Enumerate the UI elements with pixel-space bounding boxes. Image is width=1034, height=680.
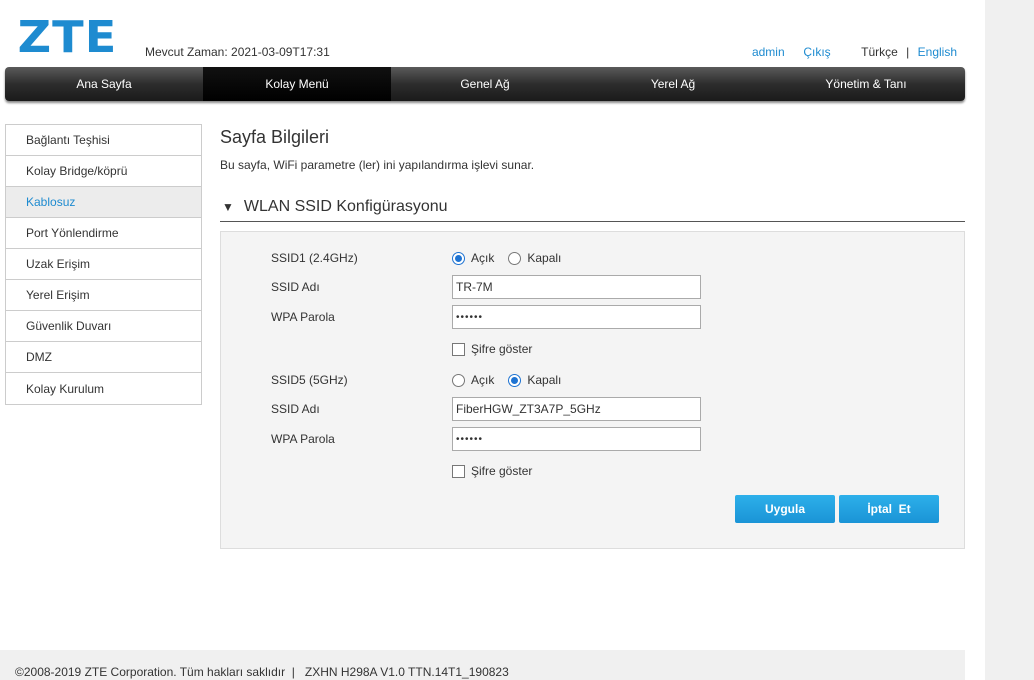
ssid1-show-password-label: Şifre göster [471, 342, 533, 356]
collapse-triangle-icon: ▼ [222, 199, 234, 214]
zte-logo: ZTE [17, 12, 118, 63]
ssid5-on-label: Açık [471, 373, 495, 387]
ssid1-password-input[interactable]: •••••• [452, 305, 701, 329]
section-header[interactable]: ▼ WLAN SSID Konfigürasyonu [220, 192, 965, 222]
page-title: Sayfa Bilgileri [220, 127, 330, 147]
admin-link[interactable]: admin [752, 45, 785, 59]
main-nav: Ana Sayfa Kolay Menü Genel Ağ Yerel Ağ Y… [5, 67, 965, 101]
ssid5-label: SSID5 (5GHz) [271, 373, 348, 387]
sidebar-item-yerel-erisim[interactable]: Yerel Erişim [6, 280, 201, 311]
sidebar-item-guvenlik-duvari[interactable]: Güvenlik Duvarı [6, 311, 201, 342]
ssid1-showpw-row: Şifre göster [221, 337, 964, 361]
logout-link[interactable]: Çıkış [803, 45, 830, 59]
ssid5-on-radio[interactable] [452, 373, 465, 387]
ssid1-row: SSID1 (2.4GHz) Açık Kapalı [221, 246, 964, 270]
ssid5-off-radio[interactable] [508, 373, 522, 387]
ssid5-password-input[interactable]: •••••• [452, 427, 701, 451]
nav-ana-sayfa[interactable]: Ana Sayfa [5, 67, 203, 101]
ssid1-name-row: SSID Adı TR-7M [221, 275, 964, 299]
footer: ©2008-2019 ZTE Corporation. Tüm hakları … [0, 650, 965, 680]
ssid5-off-label: Kapalı [527, 373, 562, 387]
sidebar-item-port-yonlendirme[interactable]: Port Yönlendirme [6, 218, 201, 249]
section-title: WLAN SSID Konfigürasyonu [243, 197, 448, 215]
ssid1-label: SSID1 (2.4GHz) [271, 251, 358, 265]
lang-english-link[interactable]: English [918, 45, 957, 59]
ssid5-name-label: SSID Adı [271, 402, 320, 416]
ssid1-off-label: Kapalı [527, 251, 562, 265]
sidebar-item-kolay-kurulum[interactable]: Kolay Kurulum [6, 373, 201, 404]
ssid5-show-password-label: Şifre göster [471, 464, 533, 478]
ssid1-off-radio[interactable] [508, 251, 522, 265]
ssid1-name-label: SSID Adı [271, 280, 320, 294]
ssid1-show-password-checkbox[interactable] [452, 342, 465, 356]
ssid5-name-input[interactable]: FiberHGW_ZT3A7P_5GHz [452, 397, 701, 421]
scrollbar-gutter [985, 0, 1034, 680]
header: ZTE Mevcut Zaman: 2021-03-09T17:31 admin… [0, 0, 985, 66]
ssid1-on-radio[interactable] [452, 251, 465, 265]
ssid5-showpw-row: Şifre göster [221, 459, 964, 483]
current-time: Mevcut Zaman: 2021-03-09T17:31 [145, 45, 330, 59]
sidebar-item-kolay-bridge[interactable]: Kolay Bridge/köprü [6, 156, 201, 187]
nav-kolay-menu[interactable]: Kolay Menü [203, 67, 391, 101]
cancel-button[interactable]: İptal Et [839, 495, 939, 523]
nav-genel-ag[interactable]: Genel Ağ [391, 67, 579, 101]
lang-turkish[interactable]: Türkçe [861, 45, 898, 59]
footer-copyright: ©2008-2019 ZTE Corporation. Tüm hakları … [15, 665, 509, 679]
apply-button[interactable]: Uygula [735, 495, 835, 523]
wlan-ssid-panel: SSID1 (2.4GHz) Açık Kapalı SSID Adı TR-7… [220, 231, 965, 549]
sidebar: Bağlantı Teşhisi Kolay Bridge/köprü Kabl… [5, 124, 202, 405]
ssid5-row: SSID5 (5GHz) Açık Kapalı [221, 368, 964, 392]
sidebar-item-kablosuz[interactable]: Kablosuz [6, 187, 201, 218]
ssid1-on-label: Açık [471, 251, 495, 265]
sidebar-item-dmz[interactable]: DMZ [6, 342, 201, 373]
nav-yerel-ag[interactable]: Yerel Ağ [579, 67, 767, 101]
ssid1-pw-row: WPA Parola •••••• [221, 305, 964, 329]
lang-separator: | [906, 45, 910, 59]
sidebar-item-baglanti-teshisi[interactable]: Bağlantı Teşhisi [6, 125, 201, 156]
ssid1-pw-label: WPA Parola [271, 310, 335, 324]
ssid5-pw-row: WPA Parola •••••• [221, 427, 964, 451]
nav-yonetim-tani[interactable]: Yönetim & Tanı [767, 67, 965, 101]
page-description: Bu sayfa, WiFi parametre (ler) ini yapıl… [220, 158, 535, 172]
main-content: Sayfa Bilgileri Bu sayfa, WiFi parametre… [220, 124, 965, 549]
ssid5-pw-label: WPA Parola [271, 432, 335, 446]
ssid1-name-input[interactable]: TR-7M [452, 275, 701, 299]
sidebar-item-uzak-erisim[interactable]: Uzak Erişim [6, 249, 201, 280]
ssid5-show-password-checkbox[interactable] [452, 464, 465, 478]
ssid5-name-row: SSID Adı FiberHGW_ZT3A7P_5GHz [221, 397, 964, 421]
user-links: admin Çıkış Türkçe | English [752, 45, 957, 59]
